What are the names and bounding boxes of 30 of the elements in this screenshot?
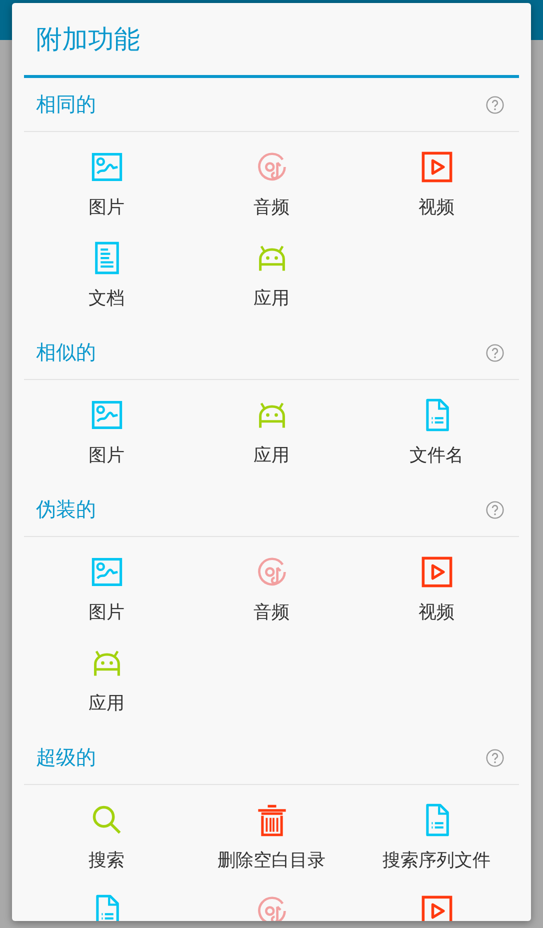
feature-button[interactable]: 应用 xyxy=(189,223,354,314)
feature-button[interactable]: 应用 xyxy=(24,628,189,719)
dialog-title: 附加功能 xyxy=(35,24,141,56)
feature-button[interactable]: 删除空白目录 xyxy=(189,785,354,876)
play-icon xyxy=(420,555,454,589)
feature-button[interactable]: 音频 xyxy=(189,132,354,223)
feature-button[interactable]: 搜索 xyxy=(24,785,189,876)
image-icon xyxy=(90,555,124,589)
section-title: 相同的 xyxy=(36,91,96,118)
section-title: 相似的 xyxy=(36,339,96,366)
play-icon xyxy=(420,894,454,921)
feature-button[interactable]: 应用 xyxy=(189,380,354,471)
section-title: 伪装的 xyxy=(36,496,96,523)
feature-button[interactable]: 图片 xyxy=(24,132,189,223)
feature-button[interactable]: 音频 xyxy=(189,537,354,628)
feature-button[interactable]: 视频 xyxy=(354,132,519,223)
feature-button[interactable]: 图片 xyxy=(24,537,189,628)
play-icon xyxy=(420,150,454,184)
help-icon[interactable] xyxy=(486,748,504,766)
feature-button[interactable]: 图片 xyxy=(24,380,189,471)
help-icon[interactable] xyxy=(486,500,504,518)
help-icon[interactable] xyxy=(486,96,504,114)
image-icon xyxy=(90,398,124,432)
image-icon xyxy=(90,150,124,184)
help-icon[interactable] xyxy=(486,344,504,362)
feature-button[interactable]: 搜索序列文件 xyxy=(354,785,519,876)
section-title: 超级的 xyxy=(36,744,96,771)
feature-button[interactable]: 视频 xyxy=(354,537,519,628)
feature-button[interactable]: 文件名 xyxy=(354,380,519,471)
feature-button[interactable]: 文档 xyxy=(24,223,189,314)
